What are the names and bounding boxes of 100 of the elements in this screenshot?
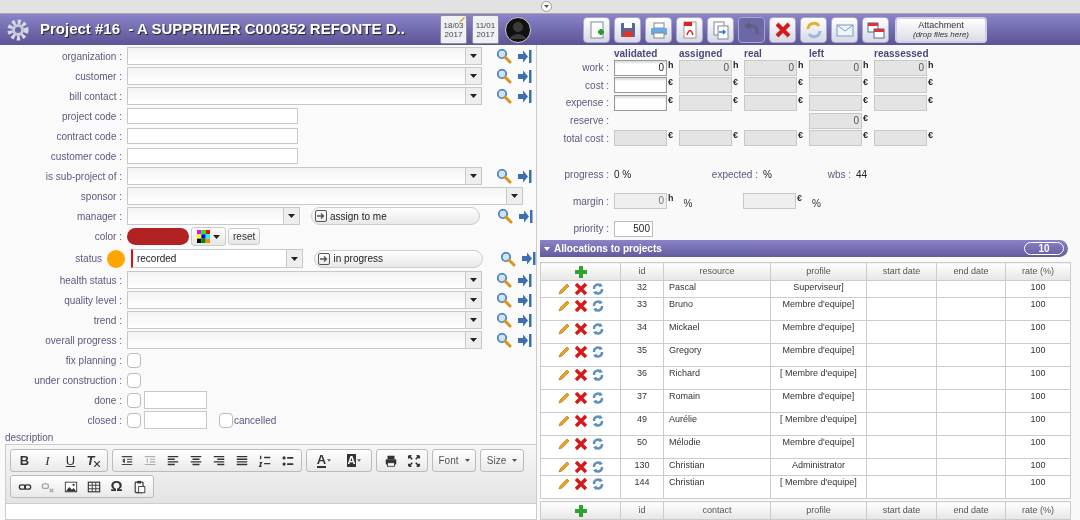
caret-icon [543, 5, 549, 8]
bold-button[interactable]: B [13, 451, 36, 470]
collapse-button[interactable] [540, 1, 552, 12]
table-cell: Aurélie [663, 412, 771, 436]
number-field[interactable] [614, 94, 667, 111]
attachment-button[interactable]: Attachment (drop files here) [895, 16, 987, 43]
number-field[interactable]: 500 [614, 220, 653, 237]
dropdown-field[interactable] [127, 87, 482, 105]
table-cell: 100 [1005, 389, 1071, 413]
field-label: sponsor : [79, 189, 123, 204]
section-header[interactable]: Allocations to projects 10 [540, 240, 1068, 257]
calendar-date[interactable]: 11/01 2017 [472, 15, 499, 44]
field-label: wbs : [826, 168, 852, 183]
field-label: is sub-project of : [44, 169, 123, 184]
search-icon [500, 250, 516, 267]
avatar-icon [505, 16, 531, 43]
underline-button[interactable]: U [59, 451, 82, 470]
field-label: overall progress : [44, 333, 123, 348]
refresh-button[interactable] [800, 16, 827, 43]
copy-button[interactable] [707, 16, 734, 43]
delete-icon [573, 460, 588, 474]
unit-label: € [733, 77, 738, 88]
dropdown-field[interactable] [127, 207, 300, 225]
table-cell: [ Membre d'equipe] [770, 475, 867, 499]
checkbox[interactable] [127, 392, 141, 408]
table-cell: Membre d'equipe] [770, 435, 867, 459]
delete-icon [573, 299, 588, 313]
background-color-button[interactable]: A [339, 451, 369, 470]
dropdown-field[interactable] [127, 67, 482, 85]
unit-label: h [863, 59, 869, 70]
action-button[interactable]: assign to me [311, 207, 480, 225]
delete-icon [573, 282, 588, 296]
dropdown-field[interactable] [127, 167, 482, 185]
pencil-icon [458, 16, 466, 24]
dropdown-field[interactable] [127, 311, 482, 329]
column-header: validated [614, 47, 659, 59]
table-cell: 36 [620, 366, 664, 390]
text-color-button[interactable]: A [309, 451, 339, 470]
reset-button[interactable]: reset [228, 228, 261, 245]
delete-icon [573, 477, 588, 491]
gear-icon [6, 17, 30, 42]
field-label: status [74, 252, 103, 266]
dropdown-field[interactable] [127, 187, 523, 205]
caret-icon [470, 94, 477, 98]
unit-label: € [668, 130, 673, 141]
table-cell: Superviseur] [770, 280, 867, 298]
caret-icon [470, 298, 477, 302]
enter-icon [315, 210, 327, 222]
dropdown-field[interactable]: recorded [130, 249, 304, 268]
unit-label: € [928, 94, 933, 105]
dropdown-field[interactable] [127, 331, 482, 349]
save-button[interactable] [614, 16, 641, 43]
field-label: organization : [60, 49, 123, 64]
window-title: Project #16 - A SUPPRIMER C000352 REFONTE D.. [40, 19, 406, 40]
column-header: rate (%) [1005, 262, 1071, 281]
dropdown-menu[interactable]: Font [435, 451, 473, 470]
search-icon [496, 272, 512, 288]
text-field[interactable] [127, 128, 298, 144]
table-cell: Mickael [663, 320, 771, 344]
checkbox[interactable] [219, 412, 233, 428]
date-field[interactable] [144, 411, 207, 429]
caret-icon [213, 234, 220, 239]
action-button[interactable]: in progress [314, 249, 483, 268]
delete-icon [573, 414, 588, 428]
align-left-icon [165, 453, 180, 468]
justify-icon [234, 453, 249, 468]
checkbox[interactable] [127, 372, 141, 388]
calendar-date[interactable]: 18/03 2017 [440, 15, 467, 44]
delete-button[interactable] [769, 16, 796, 43]
dropdown-field[interactable] [127, 271, 482, 289]
dropdown-field[interactable] [127, 291, 482, 309]
date-field[interactable] [144, 391, 207, 409]
checkbox[interactable] [127, 412, 141, 428]
checkbox[interactable] [127, 352, 141, 368]
text-field[interactable] [127, 108, 298, 124]
unit-label: h [798, 59, 804, 70]
italic-button[interactable]: I [36, 451, 59, 470]
sync-icon [590, 368, 605, 382]
clear-format-button[interactable]: T [82, 451, 105, 470]
checkbox-label: cancelled [234, 413, 277, 428]
dropdown-menu[interactable]: Size [483, 451, 521, 470]
pdf-button[interactable] [676, 16, 703, 43]
caret-icon [464, 459, 470, 462]
palette-button[interactable] [191, 227, 226, 246]
text-field[interactable] [127, 148, 298, 164]
caret-icon [288, 214, 295, 218]
field-label: color : [93, 230, 123, 244]
number-field[interactable] [614, 77, 667, 94]
unit-label: € [928, 130, 933, 141]
number-field: 0 [874, 59, 927, 76]
dropdown-field[interactable] [127, 47, 482, 65]
email-button[interactable] [831, 16, 858, 43]
number-field[interactable]: 0 [614, 59, 667, 76]
table-cell: 144 [620, 475, 664, 499]
number-field: 0 [744, 59, 797, 76]
text-editor[interactable]: B I U T A A Font Size Ω [5, 444, 537, 520]
indent-icon [142, 453, 157, 468]
new-button[interactable] [583, 16, 610, 43]
table-cell: Membre d'equipe] [770, 297, 867, 321]
special-character-button[interactable]: Ω [105, 477, 128, 496]
